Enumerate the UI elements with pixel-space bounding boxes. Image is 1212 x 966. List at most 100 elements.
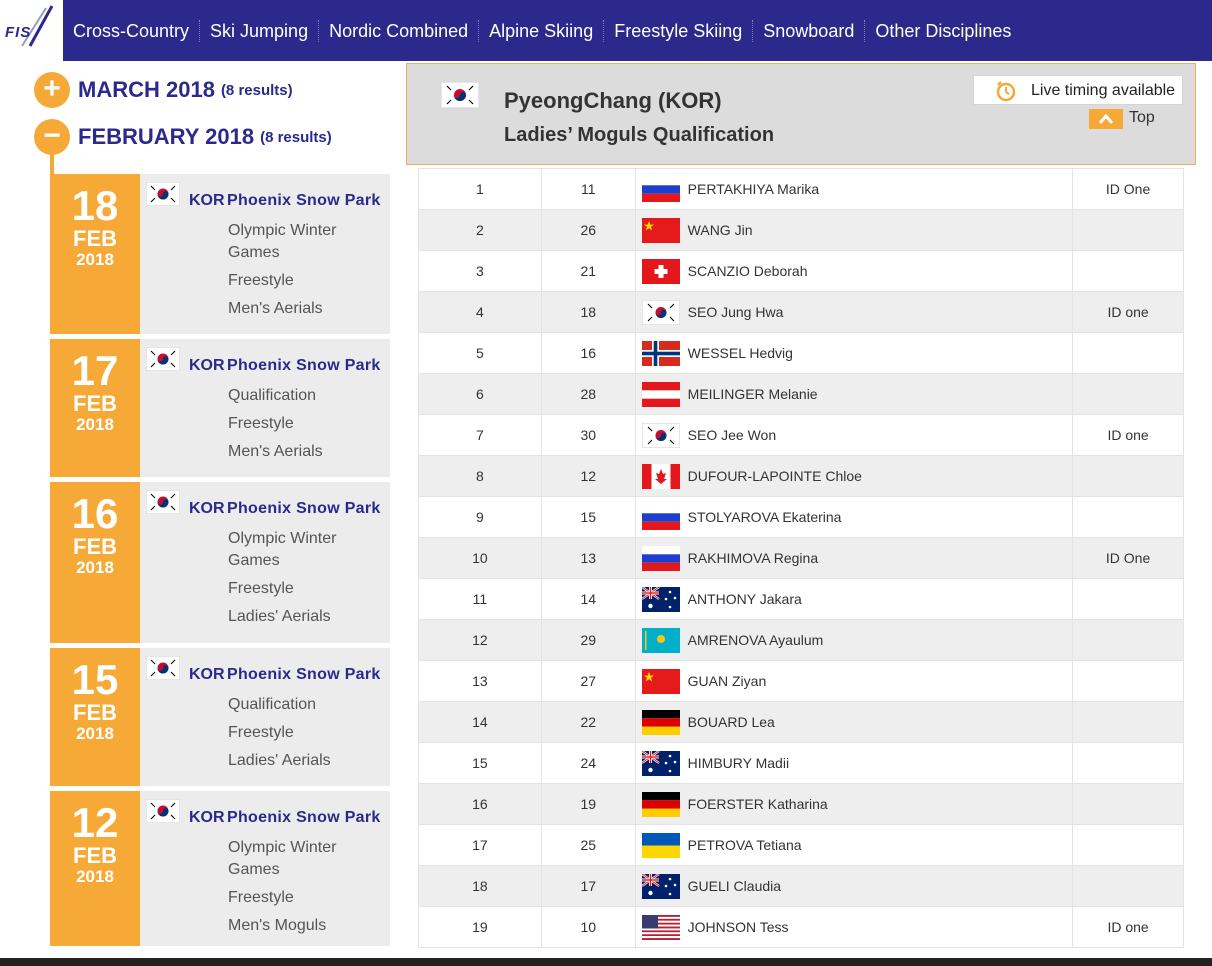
event-day: 12 — [71, 799, 119, 846]
fis-logo[interactable]: FIS — [0, 0, 63, 61]
aus-flag-icon — [641, 750, 680, 776]
rank-cell: 9 — [418, 496, 542, 538]
athlete-cell: MEILINGER Melanie — [634, 373, 1074, 415]
can-flag-icon — [641, 463, 680, 489]
athlete-name: SEO Jee Won — [687, 427, 777, 443]
athlete-name: GUAN Ziyan — [687, 673, 767, 689]
month-march-2018[interactable]: + MARCH 2018 (8 results) — [34, 72, 293, 108]
event-detail: Freestyle — [228, 272, 294, 289]
result-row[interactable]: 16 19 FOERSTER Katharina — [418, 783, 1184, 825]
athlete-name: RAKHIMOVA Regina — [687, 550, 819, 566]
rank-cell: 5 — [418, 332, 542, 374]
nav-cross-country[interactable]: Cross-Country — [63, 20, 199, 42]
athlete-name: BOUARD Lea — [687, 714, 775, 730]
expand-icon[interactable]: + — [34, 72, 70, 108]
result-row[interactable]: 7 30 SEO Jee Won ID one — [418, 414, 1184, 456]
nav-alpine-skiing[interactable]: Alpine Skiing — [478, 19, 603, 42]
event-date: 18 FEB 2018 — [50, 174, 140, 334]
event-card[interactable]: 16 FEB 2018 KOR Phoenix Snow Park Olympi… — [50, 482, 390, 643]
bib-cell: 29 — [540, 619, 636, 661]
rank-cell: 13 — [418, 660, 542, 702]
result-row[interactable]: 9 15 STOLYAROVA Ekaterina — [418, 496, 1184, 538]
event-place-link[interactable]: Phoenix Snow Park — [227, 666, 381, 684]
korea-flag-icon — [146, 490, 180, 514]
rank-cell: 7 — [418, 414, 542, 456]
event-card[interactable]: 17 FEB 2018 KOR Phoenix Snow Park Qualif… — [50, 339, 390, 477]
athlete-name: SCANZIO Deborah — [687, 263, 808, 279]
result-row[interactable]: 13 27 GUAN Ziyan — [418, 660, 1184, 702]
nav-ski-jumping[interactable]: Ski Jumping — [199, 19, 318, 42]
rus-flag-icon — [641, 176, 680, 202]
event-nation: KOR — [189, 192, 225, 209]
event-place-link[interactable]: Phoenix Snow Park — [227, 192, 381, 210]
bib-cell: 13 — [540, 537, 636, 579]
result-row[interactable]: 11 14 ANTHONY Jakara — [418, 578, 1184, 620]
event-date: 12 FEB 2018 — [50, 791, 140, 946]
athlete-name: PETROVA Tetiana — [687, 837, 802, 853]
event-place-link[interactable]: Phoenix Snow Park — [227, 357, 381, 375]
event-month: FEB — [73, 226, 117, 251]
rank-cell: 17 — [418, 824, 542, 866]
event-nation: KOR — [189, 500, 225, 517]
result-row[interactable]: 15 24 HIMBURY Madii — [418, 742, 1184, 784]
kor-flag-icon — [641, 299, 680, 325]
rus-flag-icon — [641, 545, 680, 571]
result-row[interactable]: 19 10 JOHNSON Tess ID one — [418, 906, 1184, 948]
rank-cell: 14 — [418, 701, 542, 743]
bib-cell: 26 — [540, 209, 636, 251]
nav-snowboard[interactable]: Snowboard — [752, 19, 864, 42]
result-row[interactable]: 6 28 MEILINGER Melanie — [418, 373, 1184, 415]
note-cell — [1072, 865, 1184, 907]
event-detail: Men's Aerials — [228, 300, 323, 317]
result-row[interactable]: 14 22 BOUARD Lea — [418, 701, 1184, 743]
result-row[interactable]: 4 18 SEO Jung Hwa ID one — [418, 291, 1184, 333]
event-card[interactable]: 12 FEB 2018 KOR Phoenix Snow Park Olympi… — [50, 791, 390, 946]
event-detail: Olympic Winter Games — [228, 530, 337, 569]
event-date: 15 FEB 2018 — [50, 648, 140, 786]
event-nation: KOR — [189, 666, 225, 683]
back-to-top-label: Top — [1129, 109, 1155, 126]
event-place-link[interactable]: Phoenix Snow Park — [227, 500, 381, 518]
athlete-cell: SEO Jee Won — [634, 414, 1074, 456]
bib-cell: 27 — [540, 660, 636, 702]
event-location-title: PyeongChang (KOR) — [504, 88, 722, 113]
nor-flag-icon — [641, 340, 680, 366]
event-place-link[interactable]: Phoenix Snow Park — [227, 809, 381, 827]
athlete-cell: STOLYAROVA Ekaterina — [634, 496, 1074, 538]
event-card[interactable]: 18 FEB 2018 KOR Phoenix Snow Park Olympi… — [50, 174, 390, 334]
event-year: 2018 — [76, 867, 114, 886]
result-row[interactable]: 18 17 GUELI Claudia — [418, 865, 1184, 907]
result-row[interactable]: 5 16 WESSEL Hedvig — [418, 332, 1184, 374]
nav-nordic-combined[interactable]: Nordic Combined — [318, 19, 478, 42]
athlete-cell: GUAN Ziyan — [634, 660, 1074, 702]
stopwatch-icon — [996, 81, 1016, 102]
athlete-cell: JOHNSON Tess — [634, 906, 1074, 948]
athlete-cell: WESSEL Hedvig — [634, 332, 1074, 374]
month-february-2018[interactable]: − FEBRUARY 2018 (8 results) — [34, 119, 332, 155]
athlete-name: DUFOUR-LAPOINTE Chloe — [687, 468, 862, 484]
result-row[interactable]: 1 11 PERTAKHIYA Marika ID One — [418, 168, 1184, 210]
nav-other-disciplines[interactable]: Other Disciplines — [864, 19, 1021, 42]
rank-cell: 12 — [418, 619, 542, 661]
event-details: Olympic Winter Games Freestyle Men's Mogul… — [228, 837, 388, 943]
athlete-name: PERTAKHIYA Marika — [687, 181, 820, 197]
note-cell — [1072, 701, 1184, 743]
collapse-icon[interactable]: − — [34, 119, 70, 155]
result-row[interactable]: 10 13 RAKHIMOVA Regina ID One — [418, 537, 1184, 579]
live-timing-button[interactable]: Live timing available — [973, 75, 1183, 105]
result-row[interactable]: 17 25 PETROVA Tetiana — [418, 824, 1184, 866]
event-details: Olympic Winter Games Freestyle Men's Aeria… — [228, 220, 388, 326]
nav-freestyle-skiing[interactable]: Freestyle Skiing — [603, 19, 752, 42]
result-row[interactable]: 2 26 WANG Jin — [418, 209, 1184, 251]
event-month: FEB — [73, 700, 117, 725]
result-row[interactable]: 8 12 DUFOUR-LAPOINTE Chloe — [418, 455, 1184, 497]
bib-cell: 28 — [540, 373, 636, 415]
result-row[interactable]: 12 29 AMRENOVA Ayaulum — [418, 619, 1184, 661]
event-card[interactable]: 15 FEB 2018 KOR Phoenix Snow Park Qualif… — [50, 648, 390, 786]
athlete-name: MEILINGER Melanie — [687, 386, 818, 402]
result-row[interactable]: 3 21 SCANZIO Deborah — [418, 250, 1184, 292]
timeline-connector — [50, 154, 54, 174]
aut-flag-icon — [641, 381, 680, 407]
note-cell — [1072, 742, 1184, 784]
sui-flag-icon — [641, 258, 680, 284]
